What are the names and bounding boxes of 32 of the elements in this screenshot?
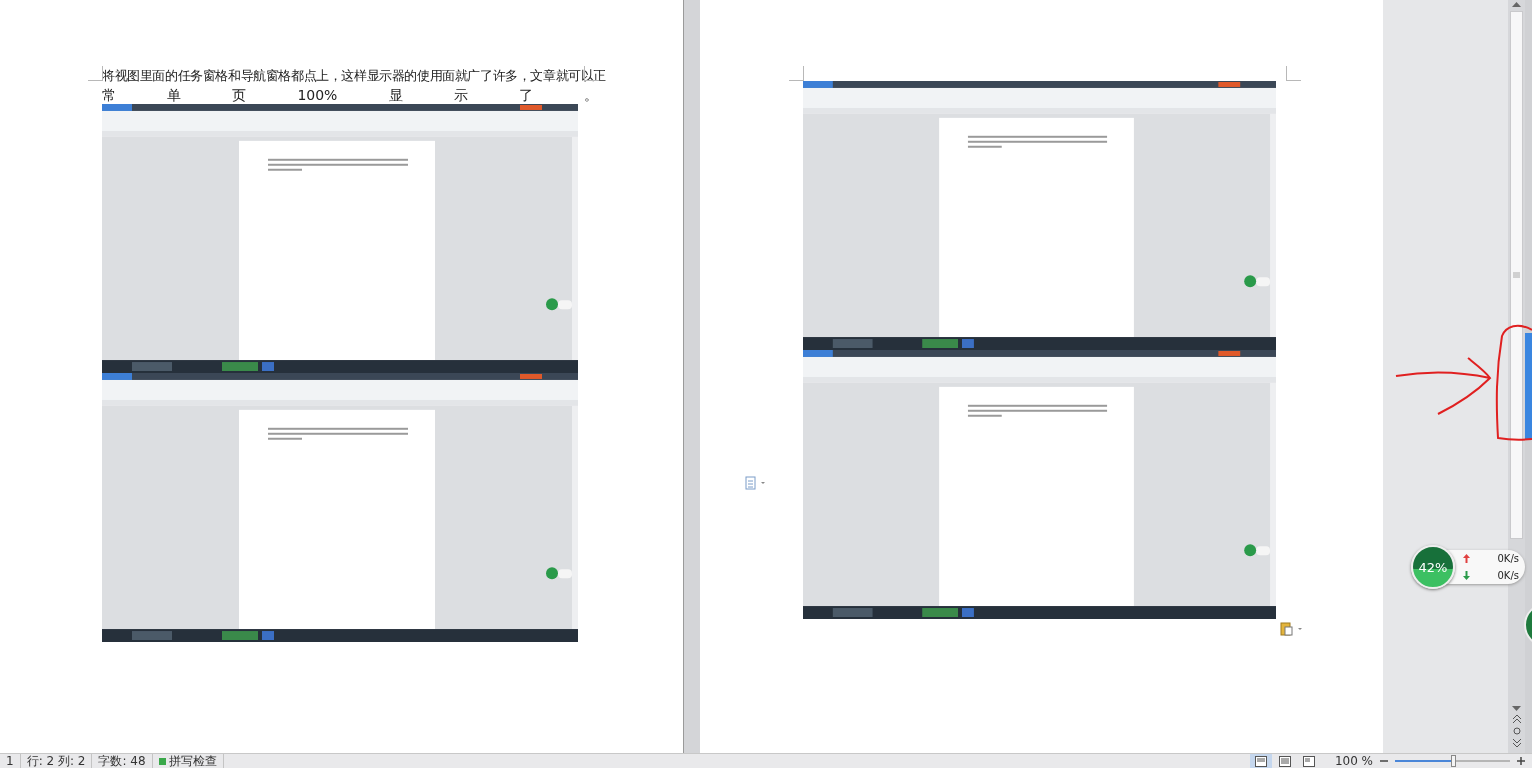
scrollbar-thumb[interactable] (1510, 11, 1523, 539)
scroll-down-icon[interactable] (1512, 706, 1521, 711)
download-speed: 0K/s (1496, 568, 1519, 583)
next-page-icon[interactable] (1512, 739, 1521, 747)
web-layout-icon (1302, 755, 1315, 767)
paragraph-text: 了 (518, 86, 533, 104)
spellcheck-icon (158, 757, 166, 765)
print-layout-icon (1254, 755, 1267, 767)
paragraph-text: 。 (583, 86, 598, 104)
zoom-in-icon[interactable] (1516, 756, 1526, 766)
status-text: 1 (0, 754, 21, 768)
status-text: 字数: 48 (92, 754, 153, 768)
status-text: 拼写检查 (152, 754, 224, 768)
grip-icon (1513, 272, 1520, 278)
clipboard-icon[interactable] (1280, 622, 1304, 636)
paragraph-text: 显 (388, 86, 403, 104)
paragraph-text: 单 (167, 86, 182, 104)
outline-view-icon (1278, 755, 1291, 767)
paragraph-text: 页 (232, 86, 247, 104)
side-pane-toggle[interactable] (1525, 333, 1532, 440)
select-browse-object-icon[interactable] (1512, 727, 1521, 735)
download-arrow-icon (1463, 571, 1470, 580)
scroll-up-icon[interactable] (1512, 2, 1521, 7)
zoom-level: 100 % (1334, 754, 1373, 768)
status-text: 行: 2 列: 2 (20, 754, 93, 768)
view-button[interactable] (1249, 754, 1272, 768)
paragraph-text: 示 (453, 86, 468, 104)
paragraph-text: 常 (102, 86, 116, 104)
upload-speed: 0K/s (1496, 551, 1519, 566)
previous-page-icon[interactable] (1512, 715, 1521, 723)
upload-arrow-icon (1463, 554, 1470, 563)
paragraph-text: 100% (297, 86, 338, 104)
